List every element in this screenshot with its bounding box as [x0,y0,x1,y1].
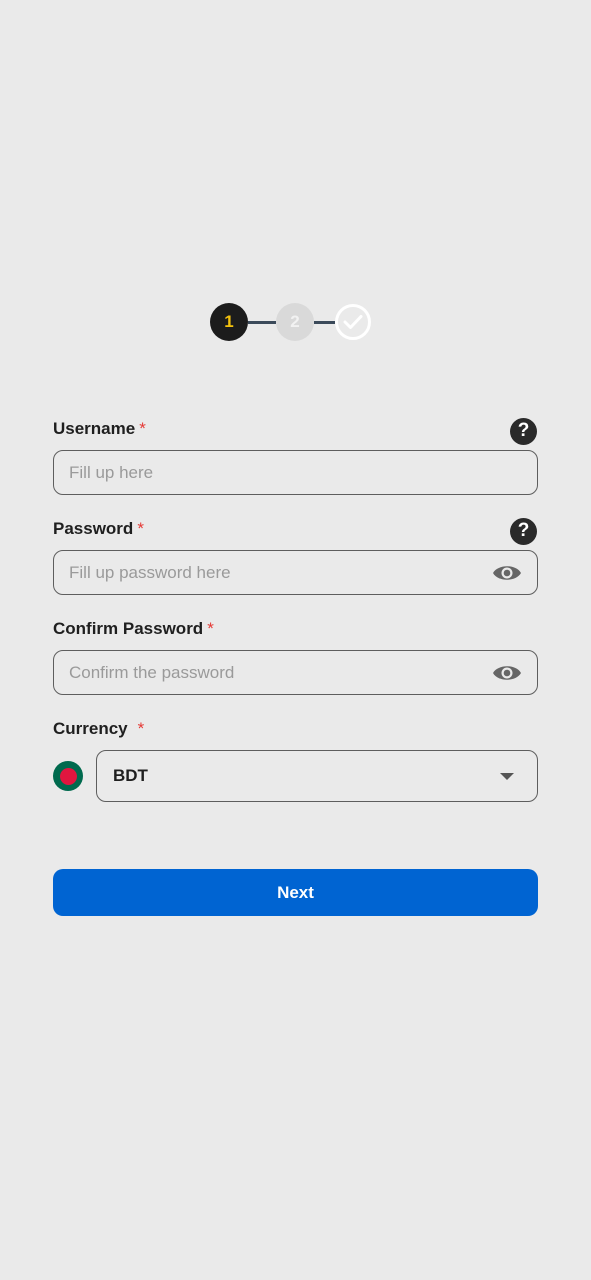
confirm-password-input-box [53,650,538,695]
step-connector [314,320,335,324]
confirm-password-field: Confirm Password * [53,616,538,695]
registration-form: Username* ? Password* ? [53,416,538,823]
confirm-password-input[interactable] [69,662,491,683]
username-input-box [53,450,538,495]
currency-selected-value: BDT [113,766,148,785]
confirm-password-label: Confirm Password * [53,619,214,638]
progress-stepper: 1 2 [210,302,371,342]
username-field: Username * ? [53,416,538,495]
password-label: Password * [53,519,144,538]
step-1: 1 [210,303,248,341]
username-label: Username * [53,419,146,438]
password-input-box [53,550,538,595]
check-icon [343,315,363,329]
currency-field: Currency * BDT [53,716,538,802]
required-asterisk: * [139,419,146,438]
username-input[interactable] [69,462,523,483]
bangladesh-flag-icon [53,761,83,791]
password-field: Password * ? [53,516,538,595]
required-asterisk: * [207,619,214,638]
help-icon[interactable]: ? [510,417,537,445]
currency-select[interactable]: BDT [96,750,538,802]
step-1-number: 1 [224,312,234,331]
help-icon[interactable]: ? [510,517,537,545]
next-button[interactable]: Next [53,869,538,916]
registration-page: 1 2 Username * ? Fill up here Password *… [0,0,591,1280]
chevron-down-icon [500,772,514,780]
step-complete [335,304,371,340]
required-asterisk: * [137,519,144,538]
eye-icon[interactable] [491,662,523,684]
step-connector [248,320,276,324]
eye-icon[interactable] [491,562,523,584]
password-input[interactable] [69,562,491,583]
step-2-number: 2 [290,312,300,331]
required-asterisk: * [137,719,145,738]
currency-label: Currency * [53,719,145,738]
step-2: 2 [276,303,314,341]
